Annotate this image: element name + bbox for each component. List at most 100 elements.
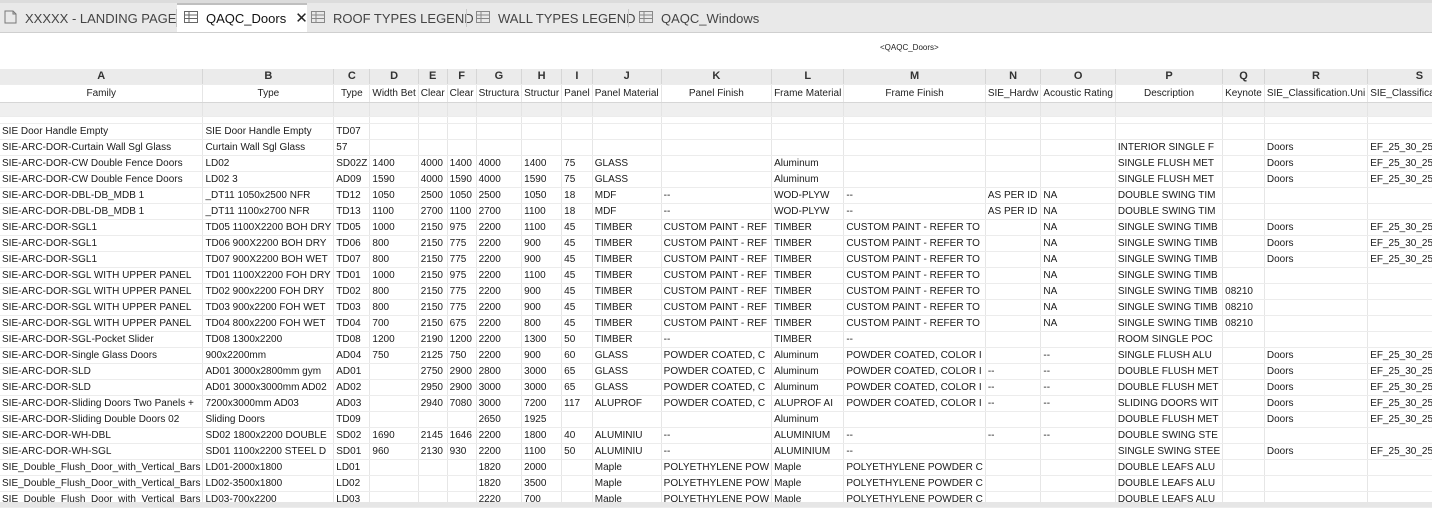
table-cell[interactable]: LD02 bbox=[333, 475, 371, 492]
table-cell[interactable]: 1820 bbox=[476, 475, 523, 492]
table-cell[interactable]: 7200 bbox=[521, 395, 563, 412]
table-cell[interactable]: Doors bbox=[1264, 235, 1369, 252]
table-cell[interactable] bbox=[1222, 459, 1265, 476]
table-cell[interactable]: 45 bbox=[561, 315, 593, 332]
table-cell[interactable]: SINGLE SWING TIMB bbox=[1115, 219, 1224, 236]
table-cell[interactable] bbox=[1040, 331, 1116, 348]
table-cell[interactable] bbox=[1040, 171, 1116, 188]
table-cell[interactable]: 3000 bbox=[476, 395, 523, 412]
column-header-cell[interactable]: Frame Finish bbox=[843, 84, 986, 103]
table-cell[interactable]: 1200 bbox=[369, 331, 419, 348]
table-cell[interactable] bbox=[843, 411, 986, 428]
table-cell[interactable]: CUSTOM PAINT - REF bbox=[661, 251, 773, 268]
horizontal-scrollbar[interactable] bbox=[0, 502, 1432, 507]
table-cell[interactable] bbox=[985, 443, 1042, 460]
table-cell[interactable]: 3000 bbox=[521, 363, 563, 380]
column-header-cell[interactable]: Type bbox=[333, 84, 371, 103]
tab-wall-types-legend[interactable]: WALL TYPES LEGEND bbox=[476, 5, 636, 31]
column-letter-cell[interactable]: P bbox=[1115, 69, 1224, 85]
table-cell[interactable]: 2145 bbox=[418, 427, 448, 444]
table-cell[interactable]: Doors bbox=[1264, 251, 1369, 268]
table-cell[interactable]: 775 bbox=[447, 299, 477, 316]
column-letter-cell[interactable]: A bbox=[0, 69, 204, 85]
table-cell[interactable]: 2200 bbox=[476, 315, 523, 332]
table-cell[interactable]: Doors bbox=[1264, 347, 1369, 364]
table-cell[interactable]: TIMBER bbox=[771, 267, 845, 284]
table-cell[interactable]: AD03 bbox=[333, 395, 371, 412]
table-cell[interactable] bbox=[1367, 475, 1432, 492]
table-cell[interactable] bbox=[843, 139, 986, 156]
table-cell[interactable]: DOUBLE FLUSH MET bbox=[1115, 379, 1224, 396]
table-cell[interactable] bbox=[985, 267, 1042, 284]
table-cell[interactable]: GLASS bbox=[592, 379, 662, 396]
column-letter-cell[interactable]: H bbox=[521, 69, 563, 85]
table-cell[interactable] bbox=[1367, 315, 1432, 332]
table-cell[interactable]: EF_25_30_25 bbox=[1367, 379, 1432, 396]
table-cell[interactable] bbox=[1222, 235, 1265, 252]
table-cell[interactable]: 2200 bbox=[476, 283, 523, 300]
table-cell[interactable]: SIE-ARC-DOR-SGL1 bbox=[0, 235, 204, 252]
table-cell[interactable]: TD07 bbox=[333, 251, 371, 268]
table-cell[interactable] bbox=[1222, 139, 1265, 156]
column-letter-cell[interactable]: K bbox=[661, 69, 773, 85]
table-cell[interactable]: 2700 bbox=[476, 203, 523, 220]
column-letter-cell[interactable]: G bbox=[476, 69, 523, 85]
table-cell[interactable]: TIMBER bbox=[592, 283, 662, 300]
table-cell[interactable]: SIE-ARC-DOR-SGL1 bbox=[0, 251, 204, 268]
table-cell[interactable]: ALUMINIU bbox=[592, 427, 662, 444]
table-cell[interactable]: -- bbox=[843, 187, 986, 204]
table-cell[interactable]: SIE-ARC-DOR-Single Glass Doors bbox=[0, 347, 204, 364]
table-cell[interactable]: CUSTOM PAINT - REFER TO bbox=[843, 219, 986, 236]
table-cell[interactable]: 2200 bbox=[476, 235, 523, 252]
table-cell[interactable]: Doors bbox=[1264, 139, 1369, 156]
table-cell[interactable] bbox=[985, 347, 1042, 364]
table-cell[interactable]: ALUPROF bbox=[592, 395, 662, 412]
table-cell[interactable]: 800 bbox=[369, 251, 419, 268]
table-cell[interactable]: EF_25_30_25 bbox=[1367, 219, 1432, 236]
table-cell[interactable]: TIMBER bbox=[592, 315, 662, 332]
table-cell[interactable]: NA bbox=[1040, 203, 1116, 220]
table-cell[interactable]: EF_25_30_25 bbox=[1367, 411, 1432, 428]
table-cell[interactable]: POWDER COATED, COLOR I bbox=[843, 347, 986, 364]
table-cell[interactable]: POLYETHYLENE POWDER C bbox=[843, 475, 986, 492]
table-cell[interactable]: EF_25_30_25 bbox=[1367, 347, 1432, 364]
table-cell[interactable]: SLIDING DOORS WIT bbox=[1115, 395, 1224, 412]
table-cell[interactable]: 7200x3000mm AD03 bbox=[202, 395, 335, 412]
table-cell[interactable] bbox=[1222, 171, 1265, 188]
table-cell[interactable]: SIE-ARC-DOR-CW Double Fence Doors bbox=[0, 155, 204, 172]
table-cell[interactable] bbox=[1040, 443, 1116, 460]
table-cell[interactable]: 800 bbox=[369, 235, 419, 252]
column-letter-cell[interactable]: N bbox=[985, 69, 1042, 85]
table-cell[interactable]: 45 bbox=[561, 219, 593, 236]
table-cell[interactable]: SINGLE SWING TIMB bbox=[1115, 251, 1224, 268]
table-cell[interactable]: 775 bbox=[447, 251, 477, 268]
table-cell[interactable]: 2200 bbox=[476, 331, 523, 348]
table-cell[interactable] bbox=[985, 299, 1042, 316]
table-cell[interactable]: SIE Door Handle Empty bbox=[202, 123, 335, 140]
table-cell[interactable] bbox=[561, 411, 593, 428]
table-cell[interactable]: 775 bbox=[447, 283, 477, 300]
table-cell[interactable]: 2200 bbox=[476, 299, 523, 316]
table-cell[interactable]: LD02 bbox=[202, 155, 335, 172]
table-cell[interactable] bbox=[561, 475, 593, 492]
table-cell[interactable]: 117 bbox=[561, 395, 593, 412]
table-cell[interactable] bbox=[1222, 251, 1265, 268]
table-cell[interactable] bbox=[1367, 267, 1432, 284]
table-cell[interactable]: 2200 bbox=[476, 251, 523, 268]
table-cell[interactable]: 2200 bbox=[476, 267, 523, 284]
table-cell[interactable]: SINGLE SWING STEE bbox=[1115, 443, 1224, 460]
table-cell[interactable] bbox=[1115, 123, 1224, 140]
table-cell[interactable] bbox=[985, 411, 1042, 428]
table-cell[interactable]: 08210 bbox=[1222, 299, 1265, 316]
table-cell[interactable]: TIMBER bbox=[592, 331, 662, 348]
table-cell[interactable] bbox=[1222, 219, 1265, 236]
table-cell[interactable]: TD07 bbox=[333, 123, 371, 140]
table-cell[interactable]: -- bbox=[1040, 427, 1116, 444]
table-cell[interactable]: _DT11 1050x2500 NFR bbox=[202, 187, 335, 204]
table-cell[interactable]: 4000 bbox=[476, 155, 523, 172]
table-cell[interactable]: DOUBLE SWING TIM bbox=[1115, 203, 1224, 220]
table-cell[interactable]: 1050 bbox=[369, 187, 419, 204]
table-cell[interactable]: 2940 bbox=[418, 395, 448, 412]
table-cell[interactable]: SD02Z bbox=[333, 155, 371, 172]
table-cell[interactable]: 2700 bbox=[418, 203, 448, 220]
